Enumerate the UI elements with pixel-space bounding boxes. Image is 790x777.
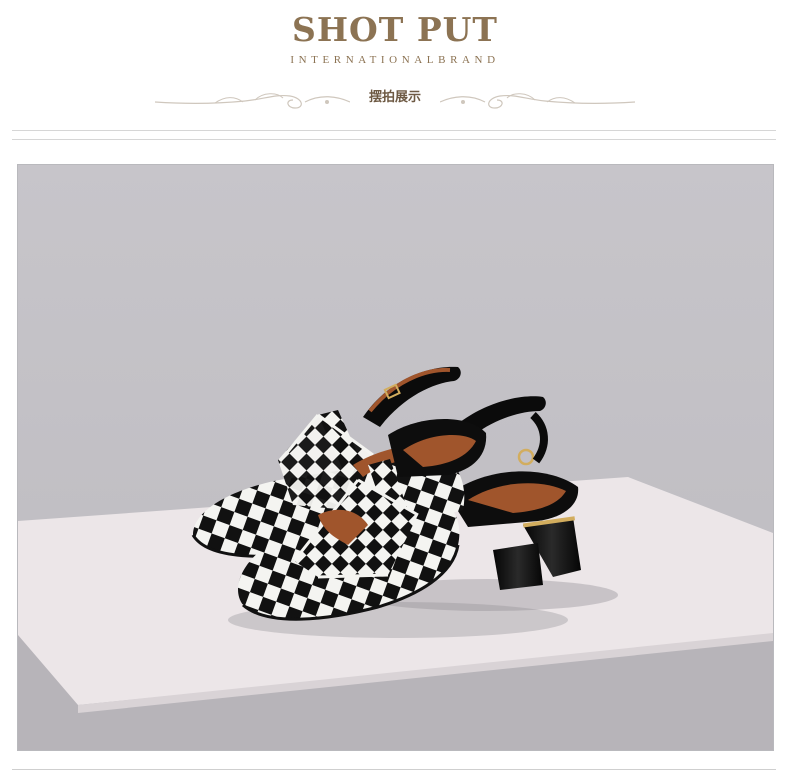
right-ornament-icon [440, 93, 635, 109]
shoe-photo-illustration [18, 165, 773, 750]
brand-name: SHOT PUT [292, 10, 498, 49]
header-divider-bottom [12, 139, 776, 140]
page-header: SHOT PUT INTERNATIONALBRAND 摆拍展示 [0, 0, 790, 150]
header-divider-top [12, 130, 776, 131]
footer-divider [12, 769, 776, 770]
section-subtitle: 摆拍展示 [368, 90, 421, 105]
brand-tagline: INTERNATIONALBRAND [290, 54, 500, 66]
product-photo [17, 164, 774, 751]
